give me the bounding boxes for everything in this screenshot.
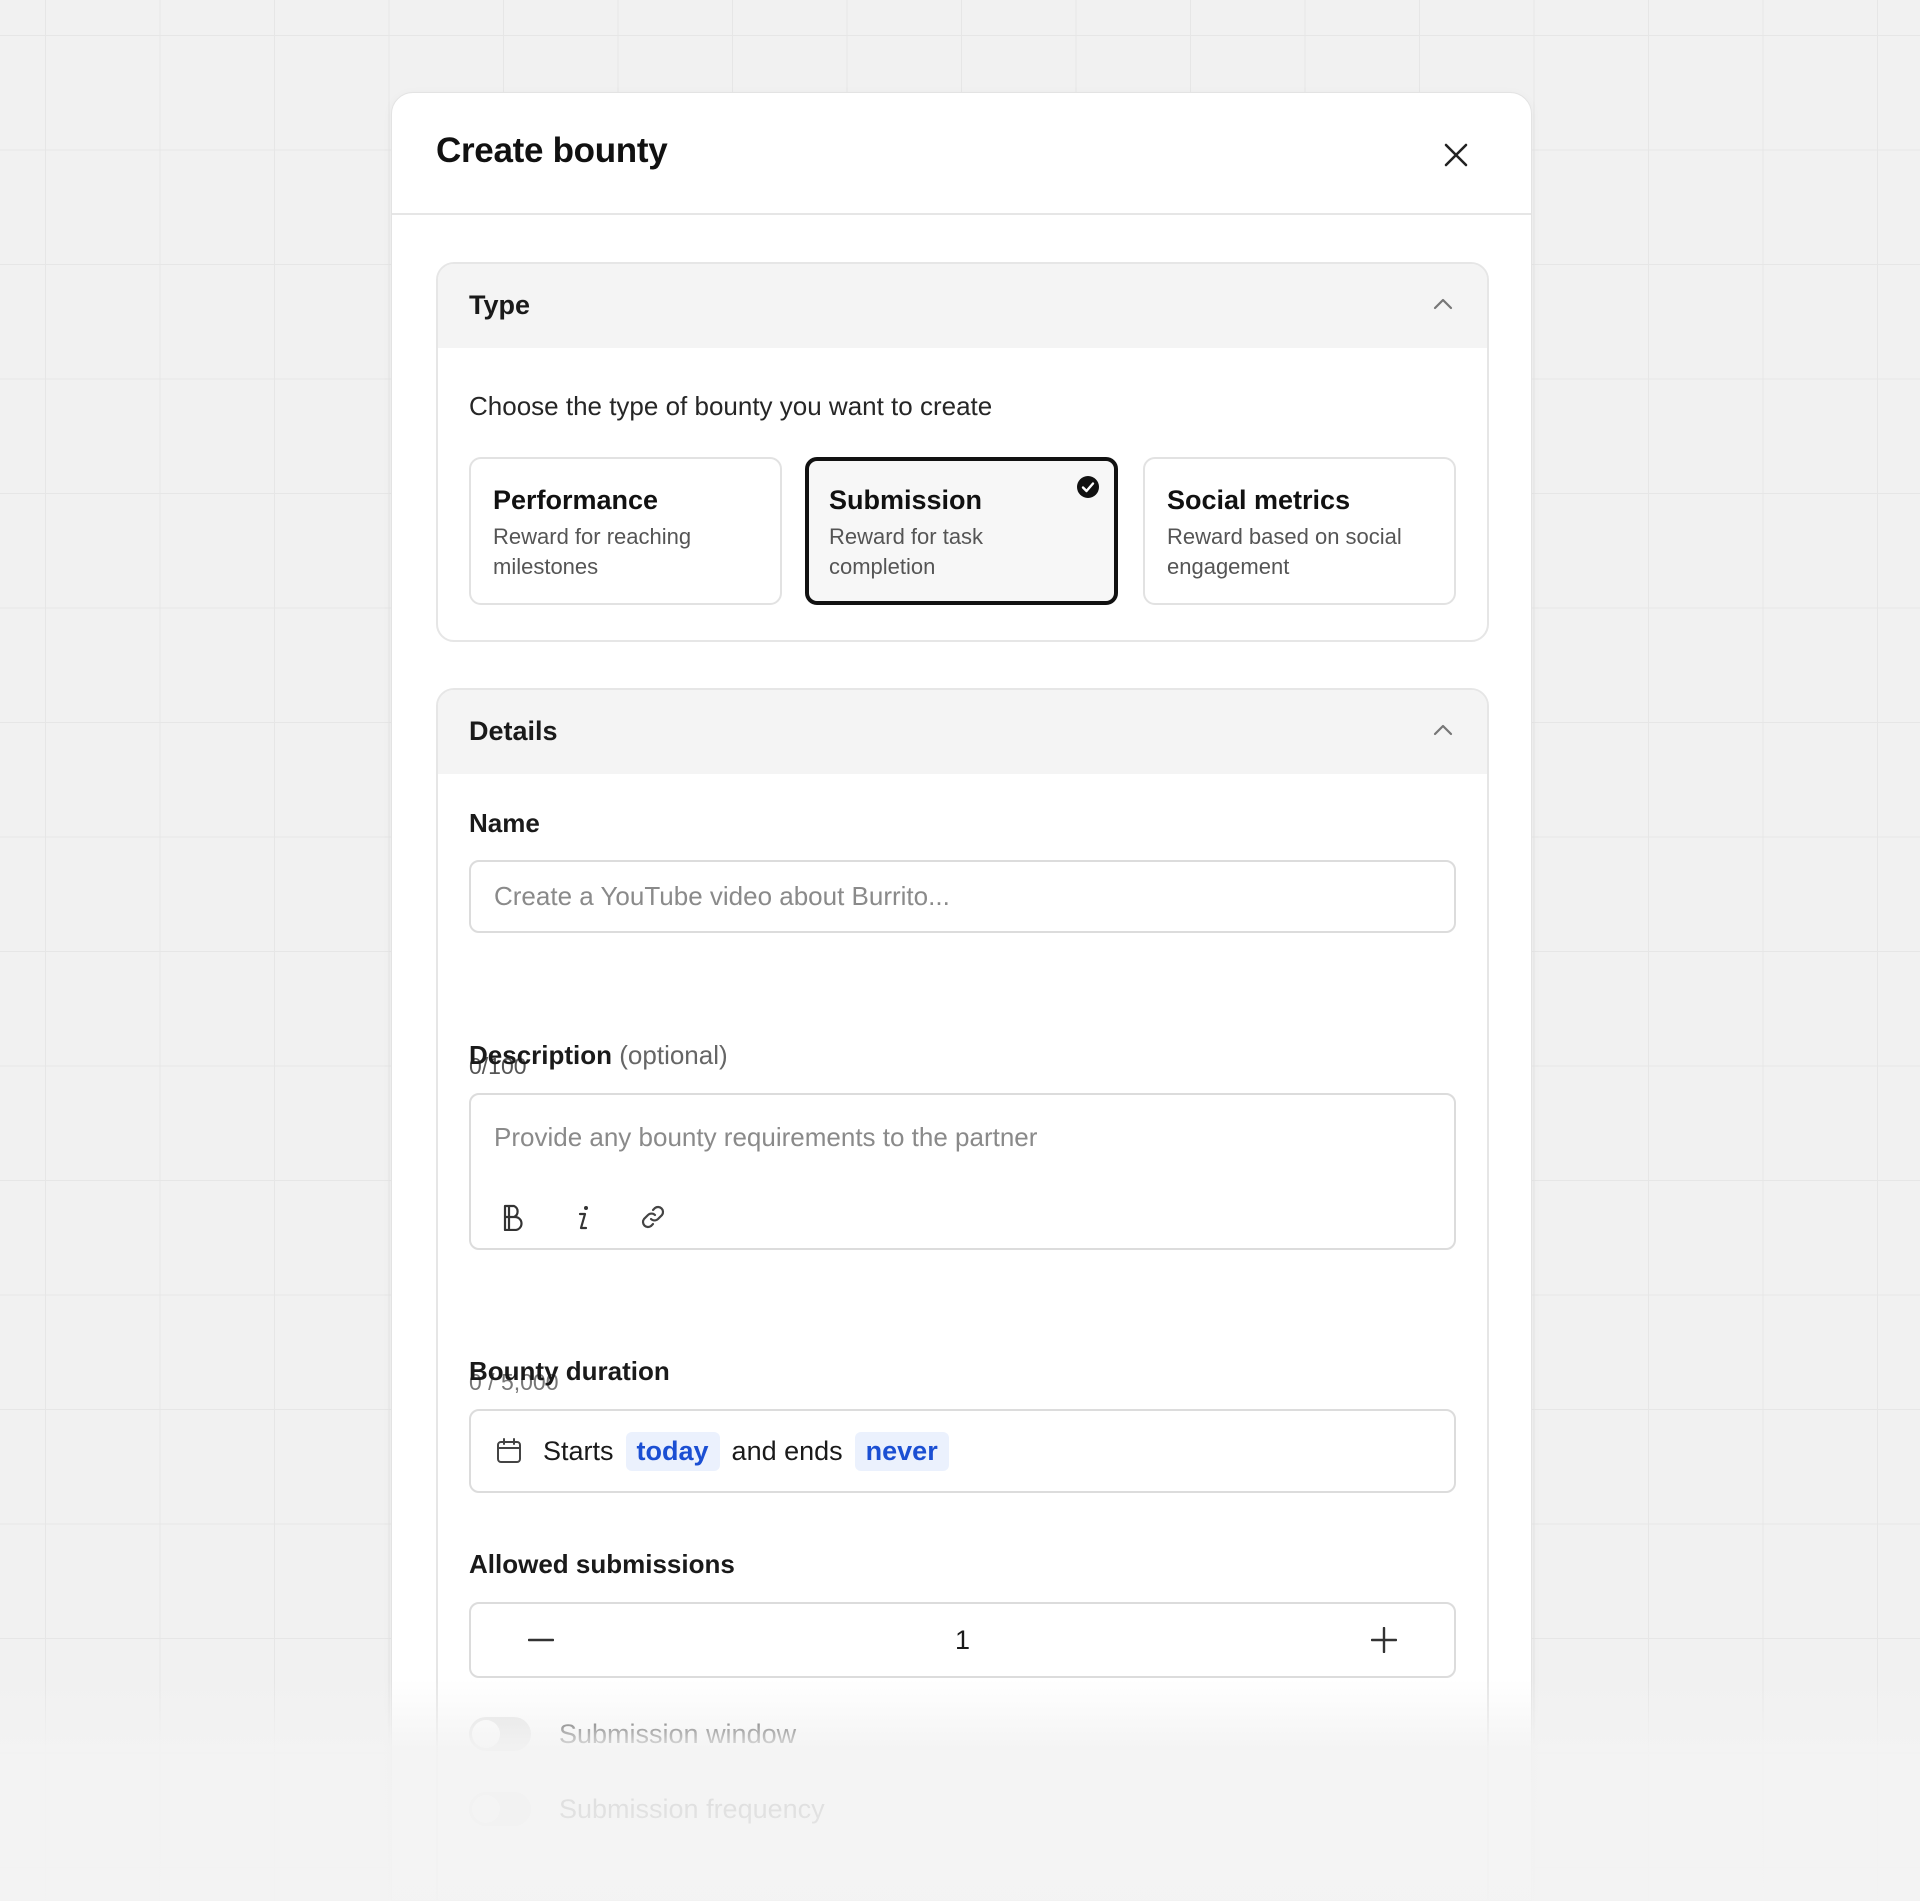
submission-frequency-label: Submission frequency: [559, 1793, 825, 1824]
type-option-description: Reward based on social engagement: [1167, 524, 1402, 579]
check-circle-icon: [1077, 476, 1099, 498]
optional-tag: (optional): [619, 1040, 728, 1070]
calendar-icon: [497, 1438, 521, 1463]
increment-button[interactable]: [1364, 1620, 1404, 1660]
submission-frequency-toggle[interactable]: [469, 1792, 531, 1826]
plus-icon: [1371, 1627, 1397, 1653]
details-section-header[interactable]: Details: [438, 690, 1487, 774]
bold-button[interactable]: [491, 1195, 535, 1239]
type-option-social-metrics[interactable]: Social metrics Reward based on social en…: [1143, 457, 1456, 605]
submission-window-row: Submission window: [469, 1717, 796, 1751]
details-section-title: Details: [469, 716, 558, 746]
starts-text: Starts: [543, 1435, 614, 1466]
type-section-header[interactable]: Type: [438, 264, 1487, 348]
description-label: Description (optional): [469, 1040, 728, 1071]
submissions-value[interactable]: 1: [955, 1625, 970, 1656]
close-icon: [1444, 143, 1468, 167]
decrement-button[interactable]: [521, 1620, 561, 1660]
link-icon: [641, 1205, 665, 1229]
name-label: Name: [469, 808, 540, 838]
name-field-box: [469, 860, 1456, 933]
type-option-title: Performance: [493, 485, 659, 515]
type-option-description: Reward for task completion: [829, 524, 984, 579]
link-button[interactable]: [631, 1195, 675, 1239]
allowed-submissions-label: Allowed submissions: [469, 1549, 735, 1579]
close-button[interactable]: [1436, 135, 1476, 175]
ends-text: and ends: [731, 1435, 843, 1466]
italic-icon: [578, 1206, 588, 1230]
type-option-submission[interactable]: Submission Reward for task completion: [805, 457, 1118, 605]
description-placeholder: Provide any bounty requirements to the p…: [494, 1122, 1038, 1152]
chevron-up-icon[interactable]: [1431, 718, 1455, 742]
description-editor[interactable]: Provide any bounty requirements to the p…: [469, 1093, 1456, 1250]
allowed-submissions-stepper: 1: [469, 1602, 1456, 1678]
modal-header: Create bounty: [392, 93, 1531, 215]
bounty-duration-field[interactable]: Starts today and ends never: [469, 1409, 1456, 1493]
modal-title: Create bounty: [436, 131, 668, 170]
formatting-toolbar: [491, 1195, 675, 1239]
type-section: Type Choose the type of bounty you want …: [436, 262, 1489, 642]
italic-button[interactable]: [561, 1195, 605, 1239]
submission-window-label: Submission window: [559, 1718, 797, 1749]
start-date-pill[interactable]: today: [625, 1431, 720, 1471]
type-prompt: Choose the type of bounty you want to cr…: [469, 391, 993, 421]
details-section: Details Name 0/100 Description (optional…: [436, 688, 1489, 1900]
type-section-title: Type: [469, 290, 531, 320]
type-option-title: Submission: [829, 485, 983, 515]
type-option-title: Social metrics: [1167, 485, 1351, 515]
description-label-text: Description: [469, 1040, 613, 1070]
bounty-duration-label: Bounty duration: [469, 1356, 670, 1386]
submission-frequency-row: Submission frequency: [469, 1792, 825, 1826]
type-option-performance[interactable]: Performance Reward for reaching mileston…: [469, 457, 782, 605]
minus-icon: [528, 1638, 554, 1642]
chevron-up-icon[interactable]: [1431, 292, 1455, 316]
name-input[interactable]: [471, 862, 1454, 931]
end-date-pill[interactable]: never: [854, 1431, 949, 1471]
submission-window-toggle[interactable]: [469, 1717, 531, 1751]
type-option-description: Reward for reaching milestones: [493, 524, 692, 579]
create-bounty-modal: Create bounty Type Choose the type of bo…: [391, 92, 1532, 1901]
bold-icon: [503, 1204, 523, 1231]
